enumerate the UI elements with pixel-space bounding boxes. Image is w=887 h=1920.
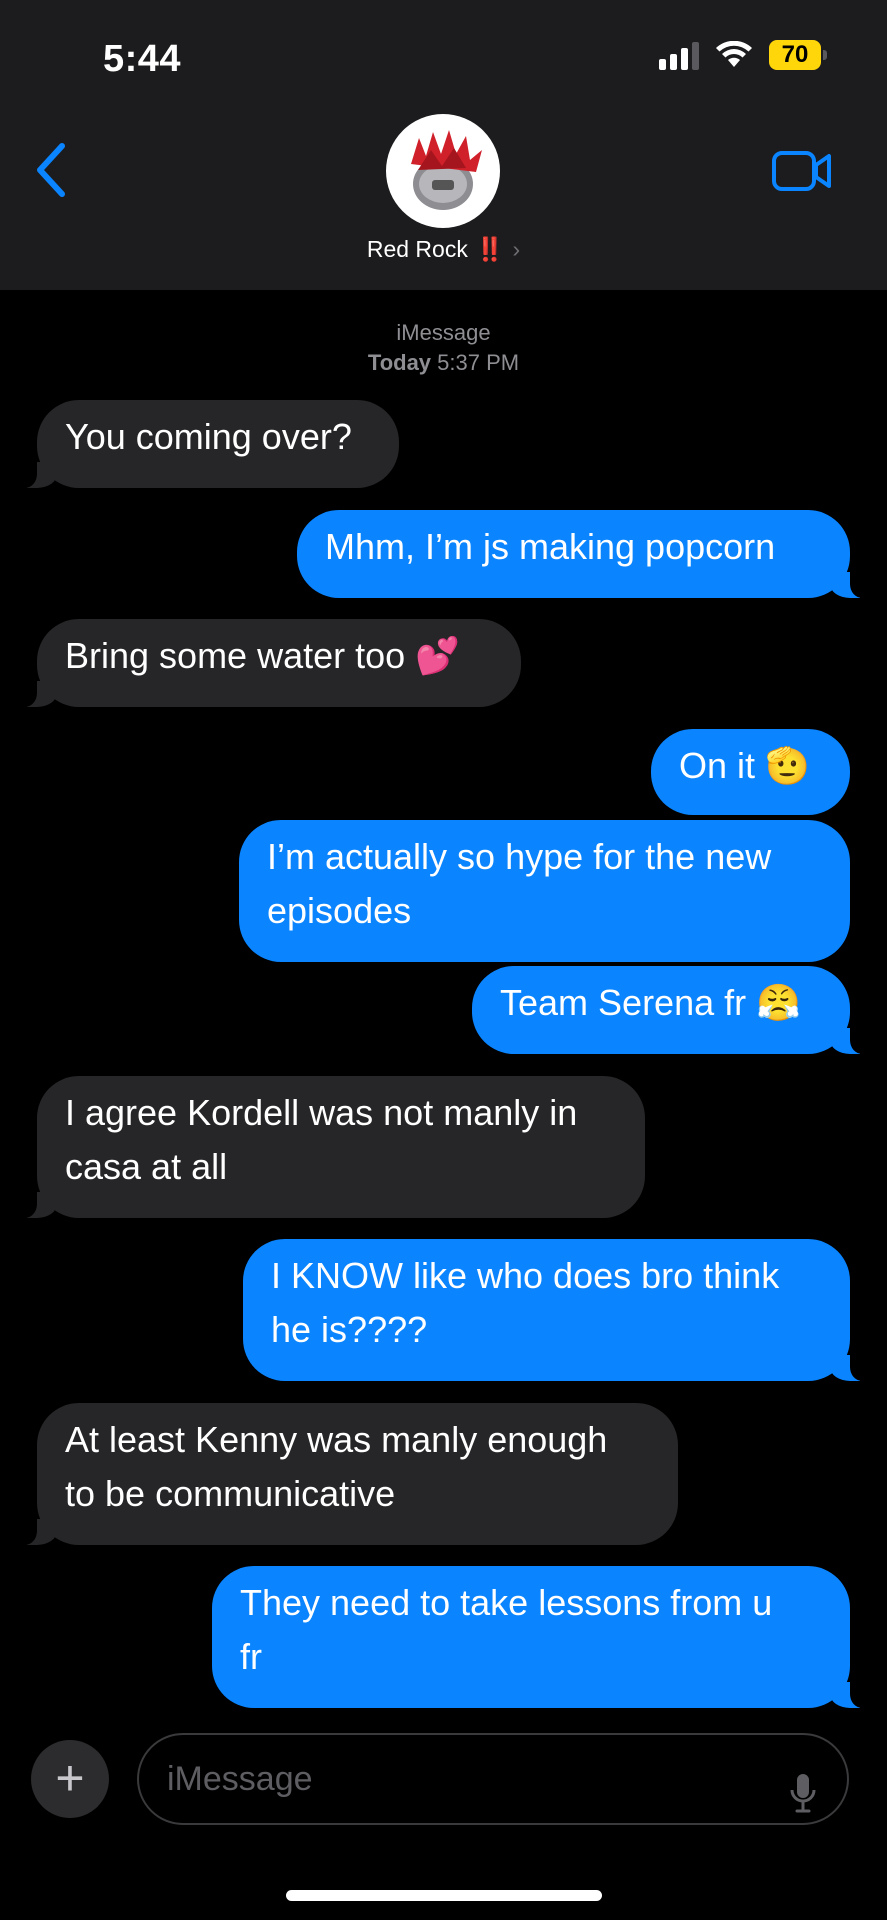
message-text-line: fr [240,1636,262,1677]
status-time: 5:44 [103,38,182,80]
message-text-line: I agree Kordell was not manly in [65,1092,578,1133]
facetime-video-icon[interactable] [771,150,833,197]
message-bubble-outgoing[interactable]: They need to take lessons from u fr [212,1566,876,1708]
wifi-icon [715,41,753,69]
conversation-header: 5:44 70 Red Rock ‼️ › [0,0,887,290]
thread-meta: iMessage Today 5:37 PM [0,318,887,378]
message-bubble-outgoing[interactable]: Mhm, I’m js making popcorn [297,510,876,598]
chevron-right-icon: › [512,236,521,262]
message-text-line: to be communicative [65,1473,396,1514]
battery-icon: 70 [769,40,827,70]
message-text-line: I’m actually so hype for the new [267,836,772,877]
message-bubble-incoming[interactable]: You coming over? [11,400,399,488]
home-indicator[interactable] [286,1890,602,1901]
message-bubble-outgoing[interactable]: I KNOW like who does bro think he is???? [243,1239,876,1381]
contact-name: Red Rock [366,236,468,262]
contact-emoji: ‼️ [475,236,505,262]
message-text: Bring some water too 💕 [65,635,460,676]
battery-level: 70 [769,40,821,70]
contact-name-row[interactable]: Red Rock ‼️ › [0,236,887,263]
message-text: Team Serena fr 😤 [500,982,801,1023]
message-bubble-outgoing[interactable]: I’m actually so hype for the new episode… [239,820,850,962]
add-attachment-button[interactable]: + [31,1740,109,1818]
message-text: You coming over? [65,416,352,457]
message-input[interactable]: iMessage [137,1733,849,1825]
message-text: Mhm, I’m js making popcorn [325,526,776,567]
time-label: 5:37 PM [437,350,520,375]
message-bubble-incoming[interactable]: Bring some water too 💕 [11,619,521,707]
date-label: Today [367,350,432,375]
contact-avatar[interactable] [386,114,500,228]
message-bubble-outgoing[interactable]: On it 🫡 [651,729,850,815]
message-text-line: I KNOW like who does bro think [271,1255,780,1296]
message-text-line: casa at all [65,1146,228,1187]
service-label: iMessage [396,320,491,345]
message-text-line: They need to take lessons from u [240,1582,773,1623]
back-chevron-icon[interactable] [34,142,68,203]
status-icons: 70 [659,40,827,70]
message-text: On it 🫡 [679,745,810,786]
message-input-placeholder: iMessage [167,1760,313,1798]
message-bubble-incoming[interactable]: At least Kenny was manly enough to be co… [11,1403,678,1545]
message-text-line: At least Kenny was manly enough [65,1419,608,1460]
message-text-line: he is???? [271,1309,428,1350]
message-text-line: episodes [267,890,412,931]
message-bubble-incoming[interactable]: I agree Kordell was not manly in casa at… [11,1076,645,1218]
cellular-signal-icon [659,40,699,70]
message-bubble-outgoing[interactable]: Team Serena fr 😤 [472,966,876,1054]
microphone-icon[interactable] [789,1759,817,1847]
